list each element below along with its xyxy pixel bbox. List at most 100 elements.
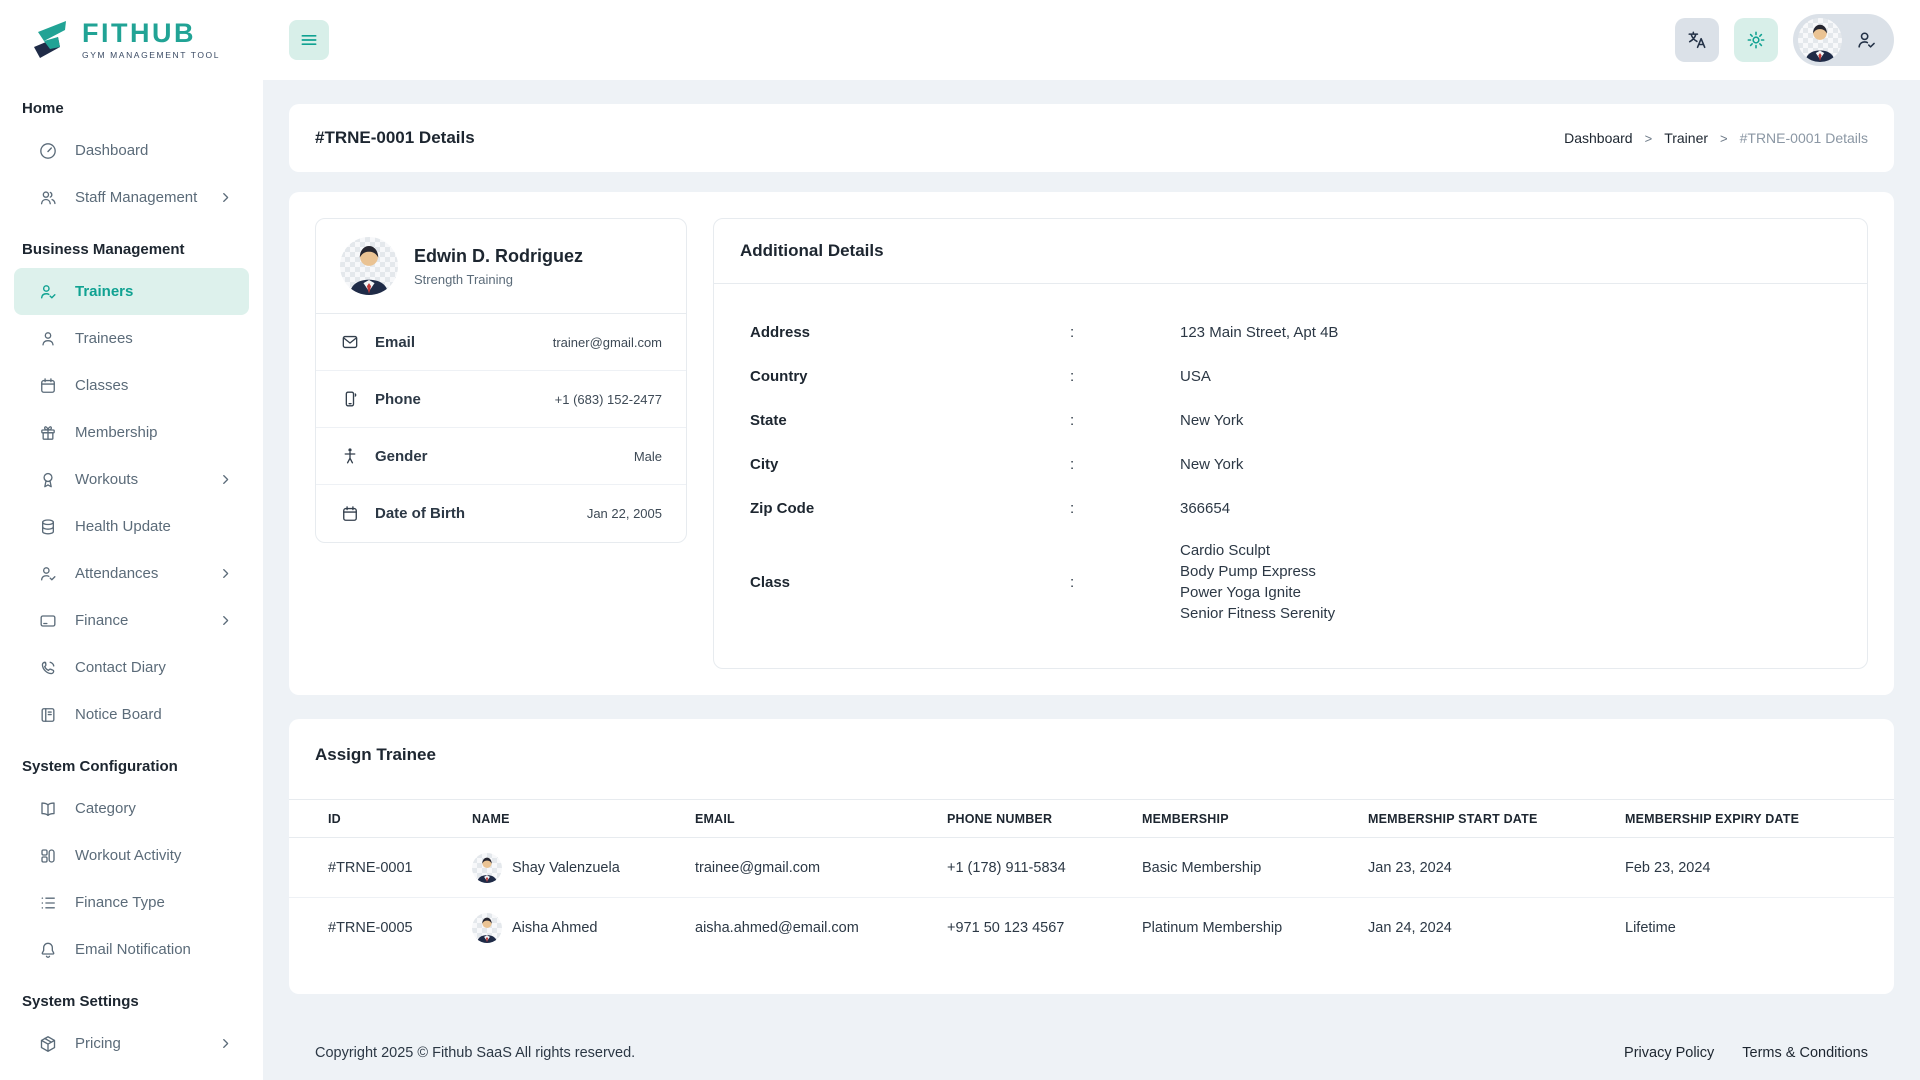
privacy-policy-link[interactable]: Privacy Policy [1624,1045,1714,1061]
topbar [263,0,1920,80]
profile-row-label: Gender [375,447,428,465]
cell-membership: Platinum Membership [1142,919,1283,936]
page-header-card: #TRNE-0001 Details Dashboard > Trainer >… [289,104,1894,172]
col-membership: MEMBERSHIP [1142,799,1368,838]
sidebar-item-notice-board[interactable]: Notice Board [14,691,249,738]
sidebar-item-workout-activity[interactable]: Workout Activity [14,832,249,879]
sidebar-item-label: Email Notification [75,941,191,958]
breadcrumb: Dashboard > Trainer > #TRNE-0001 Details [1564,130,1868,146]
users-icon [40,190,56,204]
bell-icon [41,942,55,958]
sidebar-item-finance[interactable]: Finance [14,597,249,644]
package-icon [40,1035,56,1052]
user-check-icon [1855,29,1877,51]
breadcrumb-dashboard[interactable]: Dashboard [1564,130,1633,146]
footer-links: Privacy Policy Terms & Conditions [1624,1045,1868,1061]
sidebar-item-contact-diary[interactable]: Contact Diary [14,644,249,691]
trainer-avatar [340,237,398,295]
profile-row-label: Date of Birth [375,505,465,522]
chevron-right-icon [218,613,233,628]
sidebar-item-email-notification[interactable]: Email Notification [14,926,249,973]
sidebar-item-label: Attendances [75,565,159,582]
trainee-name: Shay Valenzuela [512,859,620,876]
sidebar-item-dashboard[interactable]: Dashboard [14,127,249,174]
profile-row-gender: Gender Male [316,428,686,485]
trainee-avatar [472,852,502,883]
table-header-row: ID NAME EMAIL PHONE NUMBER MEMBERSHIP ME… [289,799,1894,838]
layout-grid-icon [41,848,55,863]
trainer-name: Edwin D. Rodriguez [414,245,583,266]
cell-start-date: Jan 24, 2024 [1368,919,1452,936]
additional-details-title: Additional Details [714,219,1867,284]
main-column: #TRNE-0001 Details Dashboard > Trainer >… [263,0,1920,1080]
sidebar-item-label: Staff Management [75,189,198,206]
cell-expiry-date: Feb 23, 2024 [1625,837,1894,898]
sidebar-item-trainees[interactable]: Trainees [14,315,249,362]
table-row[interactable]: #TRNE-0005 Aisha Ahmed aisha.ahmed@email… [289,898,1894,958]
col-expiry-date: MEMBERSHIP EXPIRY DATE [1625,799,1894,838]
sidebar-item-workouts[interactable]: Workouts [14,456,249,503]
cell-membership: Basic Membership [1142,837,1368,898]
sidebar-item-classes[interactable]: Classes [14,362,249,409]
settings-button[interactable] [1734,18,1778,62]
detail-row-zip: Zip Code : 366654 [750,486,1831,530]
sidebar-item-label: Membership [75,424,158,441]
terms-conditions-link[interactable]: Terms & Conditions [1742,1045,1868,1061]
breadcrumb-separator: > [1644,130,1653,146]
table-row[interactable]: #TRNE-0001 Shay Valenzuela trainee@gmail… [289,837,1894,898]
additional-details-card: Additional Details Address : 123 Main St… [713,218,1868,669]
sidebar-item-health-update[interactable]: Health Update [14,503,249,550]
sidebar-item-category[interactable]: Category [14,785,249,832]
sidebar-nav: Home Dashboard Staff Management Business… [0,80,263,1067]
detail-value: New York [1180,455,1244,473]
cell-name: Shay Valenzuela [472,837,695,898]
detail-label: City [750,455,779,473]
page-title: #TRNE-0001 Details [315,128,475,147]
profile-row-email: Email trainer@gmail.com [316,314,686,371]
detail-colon: : [1070,367,1075,385]
cell-expiry-date: Lifetime [1625,919,1676,936]
detail-row-state: State : New York [750,398,1831,442]
brand-logo[interactable]: FITHUB GYM MANAGEMENT TOOL [0,0,263,80]
sidebar-item-finance-type[interactable]: Finance Type [14,879,249,926]
breadcrumb-trainer[interactable]: Trainer [1664,130,1708,146]
gauge-icon [40,142,56,159]
profile-menu-button[interactable] [1793,14,1894,66]
mail-icon [342,335,358,349]
calendar-icon [343,505,357,521]
sidebar-item-label: Dashboard [75,142,149,159]
trainee-avatar [472,912,502,943]
profile-row-value: +1 (683) 152-2477 [554,391,662,407]
trainer-profile-header: Edwin D. Rodriguez Strength Training [316,219,686,314]
sidebar-item-membership[interactable]: Membership [14,409,249,456]
sidebar-item-pricing[interactable]: Pricing [14,1020,249,1067]
profile-row-value: trainer@gmail.com [552,334,662,350]
class-item: Body Pump Express [1180,563,1316,580]
page-content: #TRNE-0001 Details Dashboard > Trainer >… [263,80,1920,1080]
profile-row-phone: Phone +1 (683) 152-2477 [316,371,686,428]
sidebar-item-staff-management[interactable]: Staff Management [14,174,249,221]
breadcrumb-separator: > [1720,130,1728,146]
sidebar-item-trainers[interactable]: Trainers [14,268,249,315]
hamburger-menu-button[interactable] [289,20,329,60]
additional-details-body: Address : 123 Main Street, Apt 4B Countr… [714,284,1867,668]
sidebar-item-label: Trainers [75,283,134,300]
detail-colon: : [1070,573,1075,591]
calendar-icon [41,377,55,393]
trainer-identity: Edwin D. Rodriguez Strength Training [414,246,583,287]
smartphone-icon [345,391,357,407]
detail-label: Address [750,323,811,341]
translate-button[interactable] [1675,18,1719,62]
sidebar-item-attendances[interactable]: Attendances [14,550,249,597]
app-root: FITHUB GYM MANAGEMENT TOOL Home Dashboar… [0,0,1920,1080]
detail-colon: : [1070,323,1075,341]
brand-tagline: GYM MANAGEMENT TOOL [82,50,221,60]
sidebar-item-label: Classes [75,377,129,394]
detail-value: USA [1180,367,1211,385]
hamburger-icon [301,35,317,46]
cell-name: Aisha Ahmed [472,898,695,958]
nav-section-system-config: System Configuration [22,758,178,775]
book-open-icon [41,801,55,816]
topbar-actions [1675,14,1894,66]
list-icon [41,896,55,909]
